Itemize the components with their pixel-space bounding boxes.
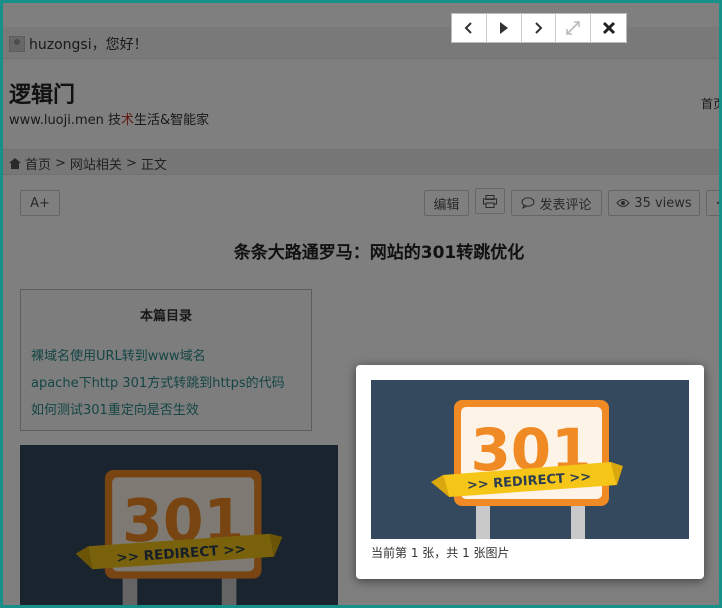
fullscreen-button[interactable] [556, 14, 592, 42]
play-icon [499, 22, 508, 34]
lightbox-image[interactable]: 301 >> REDIRECT >> [371, 380, 689, 539]
chevron-right-icon [535, 22, 543, 34]
lightbox-popup: 301 >> REDIRECT >> 当前第 1 张，共 1 张图片 [356, 365, 704, 579]
close-button[interactable] [591, 14, 626, 42]
play-button[interactable] [487, 14, 522, 42]
next-button[interactable] [522, 14, 557, 42]
redirect-sign-image: 301 >> REDIRECT >> [371, 380, 689, 539]
expand-icon [566, 21, 581, 35]
previous-button[interactable] [452, 14, 487, 42]
lightbox-caption: 当前第 1 张，共 1 张图片 [371, 546, 510, 560]
close-icon [602, 21, 615, 35]
lightbox-toolbar [451, 13, 627, 43]
chevron-left-icon [464, 22, 472, 34]
browser-frame: huzongsi，您好！ 逻辑门 www.luoji.men 技术生活&智能家 … [0, 0, 722, 608]
